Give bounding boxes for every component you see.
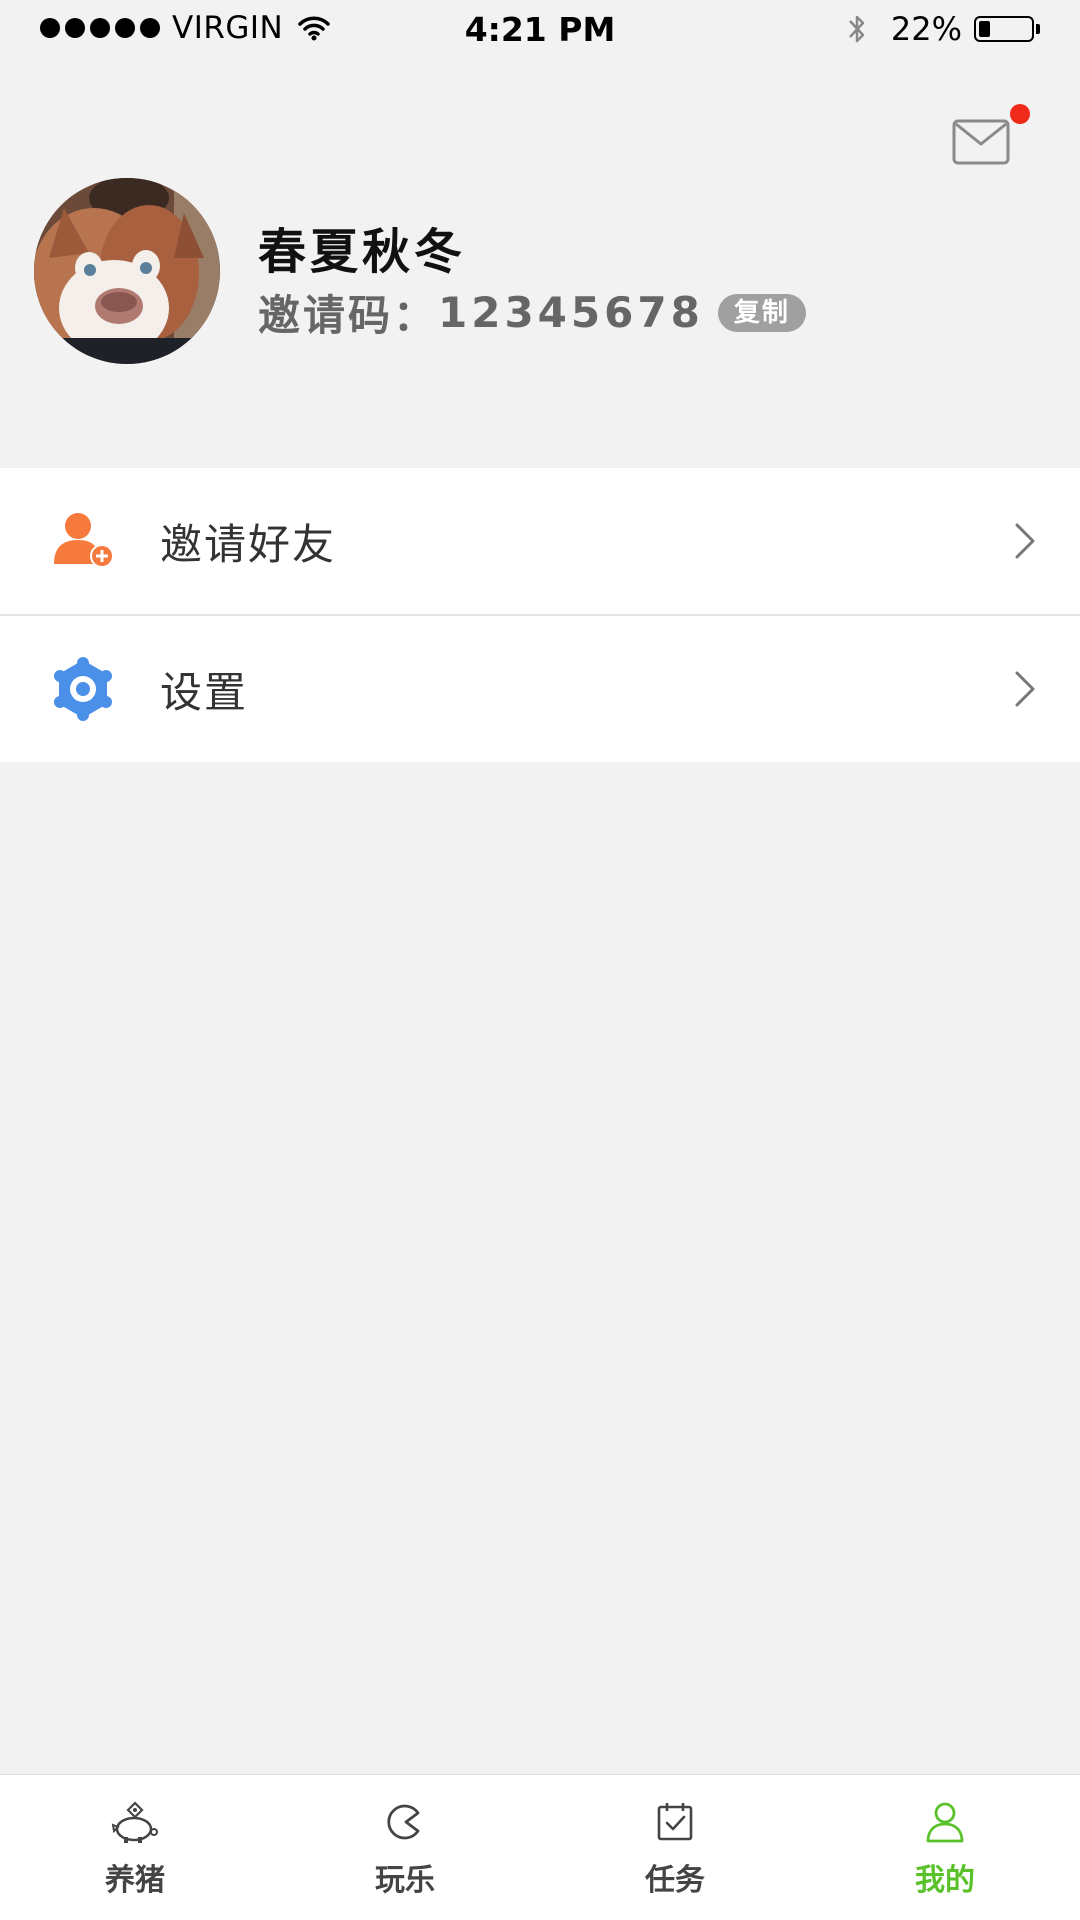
- tab-label: 任务: [645, 1863, 705, 1898]
- gear-icon: [54, 657, 112, 721]
- avatar[interactable]: [34, 178, 220, 364]
- bluetooth-icon: [848, 15, 865, 43]
- invite-code-value: 12345678: [438, 288, 704, 337]
- avatar-image: [34, 178, 220, 364]
- menu-item-label: 设置: [160, 667, 249, 717]
- profile-screen: VIRGIN 4:21 PM 22% 春夏秋冬 邀请码： 12345678 复制…: [0, 0, 1080, 1920]
- menu-list: 邀请好友 设置: [0, 468, 1080, 762]
- status-right: 22%: [847, 10, 1040, 48]
- battery-icon: [974, 16, 1034, 42]
- user-icon: [926, 1802, 964, 1843]
- add-user-icon: [54, 513, 114, 568]
- mail-icon[interactable]: [952, 118, 1010, 166]
- nickname: 春夏秋冬: [258, 224, 467, 280]
- tab-raise-pig[interactable]: 养猪: [0, 1775, 270, 1920]
- battery-percent: 22%: [890, 10, 962, 48]
- chevron-right-icon: [1015, 671, 1035, 707]
- copy-button[interactable]: 复制: [717, 293, 806, 332]
- status-bar: VIRGIN 4:21 PM 22%: [0, 0, 1080, 62]
- piggy-bank-icon: [111, 1801, 158, 1843]
- play-icon: [387, 1804, 420, 1840]
- menu-item-invite-friends[interactable]: 邀请好友: [0, 468, 1080, 614]
- menu-item-settings[interactable]: 设置: [0, 614, 1080, 762]
- tab-mine[interactable]: 我的: [810, 1775, 1080, 1920]
- chevron-right-icon: [1015, 523, 1035, 559]
- tab-tasks[interactable]: 任务: [540, 1775, 810, 1920]
- menu-item-label: 邀请好友: [160, 519, 337, 569]
- tab-label: 玩乐: [375, 1863, 435, 1898]
- tab-label: 我的: [915, 1863, 975, 1898]
- invite-code-row: 邀请码： 12345678 复制: [258, 282, 806, 343]
- battery-fill: [979, 21, 990, 37]
- calendar-check-icon: [657, 1803, 693, 1841]
- invite-code-label: 邀请码：: [258, 291, 439, 340]
- tab-label: 养猪: [105, 1863, 165, 1898]
- tab-play[interactable]: 玩乐: [270, 1775, 540, 1920]
- unread-dot: [1010, 104, 1030, 124]
- bottom-tab-bar: 养猪 玩乐 任务 我的: [0, 1774, 1080, 1920]
- battery-tip: [1036, 24, 1040, 34]
